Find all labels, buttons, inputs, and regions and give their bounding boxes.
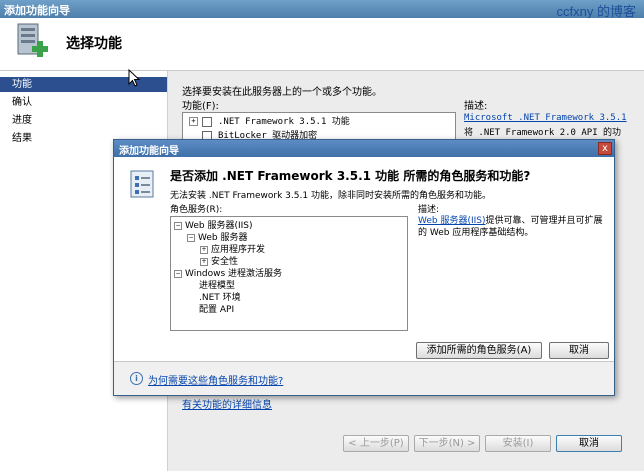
nav-item-progress[interactable]: 进度 [0, 113, 167, 128]
role-services-tree[interactable]: − Web 服务器(IIS) − Web 服务器 + 应用程序开发 + 安全性 − Win… [170, 216, 408, 331]
tree-item[interactable]: 配置 API [199, 304, 234, 316]
window-titlebar: 添加功能向导 ccfxny 的博客 [0, 0, 644, 19]
tree-item[interactable]: 进程模型 [199, 280, 235, 292]
tree-item-label: Windows 进程激活服务 [185, 269, 283, 279]
nav-item-features[interactable]: 功能 [0, 77, 167, 92]
description-text: 将 .NET Framework 2.0 API 的功 [464, 128, 622, 138]
dialog-heading: 是否添加 .NET Framework 3.5.1 功能 所需的角色服务和功能? [170, 169, 531, 183]
page-title: 选择功能 [66, 36, 122, 52]
dialog-titlebar: 添加功能向导 x [114, 140, 614, 157]
features-label: 功能(F): [182, 101, 219, 112]
list-item[interactable]: + .NET Framework 3.5.1 功能 [189, 116, 350, 129]
cursor-icon [128, 69, 140, 87]
collapse-icon[interactable]: − [187, 233, 195, 242]
install-button[interactable]: 安装(I) [485, 435, 551, 452]
instruction-text: 选择要安装在此服务器上的一个或多个功能。 [182, 87, 382, 98]
info-icon: i [130, 372, 143, 385]
tree-item-label: 安全性 [211, 257, 239, 267]
close-icon[interactable]: x [598, 142, 612, 155]
server-add-icon [17, 23, 48, 57]
features-list-icon [130, 170, 154, 198]
tree-item[interactable]: + 应用程序开发 [200, 244, 265, 256]
roles-label: 角色服务(R): [170, 205, 223, 215]
collapse-icon[interactable]: − [174, 269, 182, 278]
why-needed-link[interactable]: 为何需要这些角色服务和功能? [148, 372, 283, 387]
dialog-cancel-button[interactable]: 取消 [549, 342, 609, 359]
feature-checkbox[interactable] [202, 116, 212, 127]
tree-item[interactable]: − Windows 进程激活服务 [174, 268, 282, 280]
tree-item-label: 进程模型 [199, 281, 236, 291]
dialog-footer: i 为何需要这些角色服务和功能? [114, 362, 614, 395]
tree-item[interactable]: − Web 服务器(IIS) [174, 220, 253, 232]
add-required-button[interactable]: 添加所需的角色服务(A) [416, 342, 542, 359]
dialog-title: 添加功能向导 [119, 146, 179, 157]
window-title: 添加功能向导 [4, 4, 70, 17]
tree-item-label: 配置 API [199, 305, 235, 315]
dialog-subtext: 无法安装 .NET Framework 3.5.1 功能，除非同时安装所需的角色… [170, 191, 491, 201]
tree-item-label: Web 服务器 [198, 233, 248, 243]
collapse-icon[interactable]: − [174, 221, 182, 230]
tree-item[interactable]: − Web 服务器 [187, 232, 247, 244]
feature-label: .NET Framework 3.5.1 功能 [218, 117, 350, 127]
nav-item-confirm[interactable]: 确认 [0, 95, 167, 110]
tree-item-label: 应用程序开发 [211, 245, 266, 255]
dialog-description-label: 描述: [418, 205, 440, 215]
dialog-description-link[interactable]: Web 服务器(IIS) [418, 216, 486, 226]
tree-item[interactable]: + 安全性 [200, 256, 238, 268]
expand-icon[interactable]: + [189, 117, 198, 126]
expand-icon[interactable]: + [200, 257, 208, 266]
next-button[interactable]: 下一步(N) > [414, 435, 480, 452]
cancel-button[interactable]: 取消 [556, 435, 622, 452]
tree-item-label: Web 服务器(IIS) [185, 221, 253, 231]
tree-item-label: .NET 环境 [199, 293, 241, 303]
description-label: 描述: [464, 101, 488, 112]
description-link[interactable]: Microsoft .NET Framework 3.5.1 [464, 113, 627, 123]
dialog-description: Web 服务器(IIS)提供可靠、可管理并且可扩展的 Web 应用程序基础结构。 [418, 215, 608, 239]
expand-icon[interactable]: + [200, 245, 208, 254]
tree-item[interactable]: .NET 环境 [199, 292, 241, 304]
prev-button[interactable]: < 上一步(P) [343, 435, 409, 452]
more-info-link[interactable]: 有关功能的详细信息 [182, 396, 272, 411]
add-features-dialog: 添加功能向导 x 是否添加 .NET Framework 3.5.1 功能 所需… [113, 139, 615, 396]
